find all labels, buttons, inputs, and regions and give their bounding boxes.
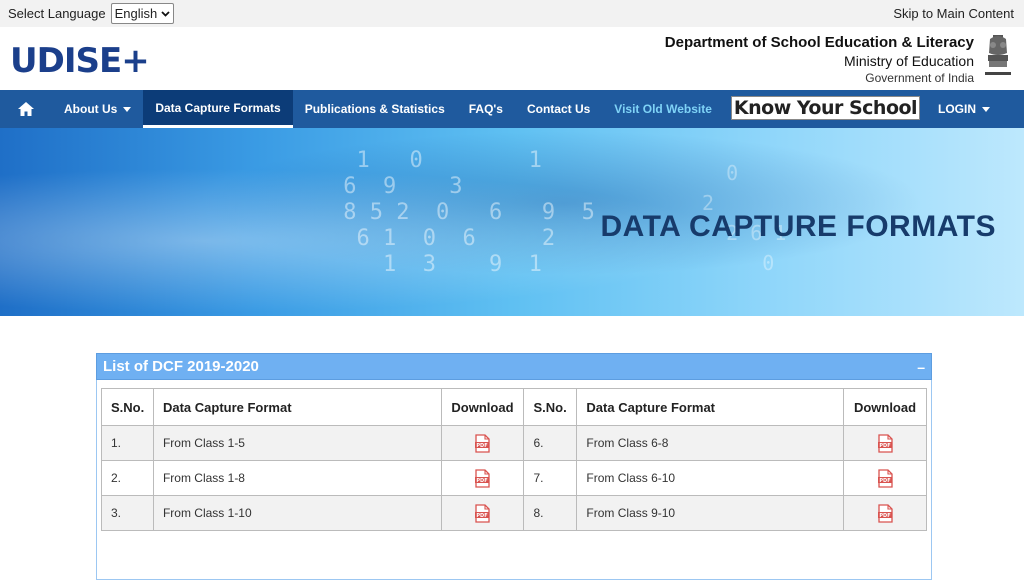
nav-publications[interactable]: Publications & Statistics [293,90,457,128]
sno-cell: 6. [523,425,578,461]
home-icon [18,102,34,116]
download-cell: PDF [440,495,525,531]
nav-contact-label: Contact Us [526,102,591,116]
sno-cell: 7. [523,460,578,496]
sno-cell: 3. [101,495,154,531]
dept-line3: Government of India [865,71,974,85]
col-sno: S.No. [101,388,154,426]
dcf-table: S.No. Data Capture Format Download S.No.… [101,388,927,531]
col-download-2: Download [843,388,927,426]
format-cell: From Class 1-5 [152,425,442,461]
pdf-icon[interactable]: PDF [474,503,491,523]
sno-cell: 2. [101,460,154,496]
svg-text:PDF: PDF [879,478,890,484]
know-your-school-label: Know Your School [733,97,918,119]
pdf-icon[interactable]: PDF [474,468,491,488]
format-cell: From Class 6-8 [576,425,844,461]
language-label: Select Language [8,6,106,21]
panel-header: List of DCF 2019-2020 – [96,353,932,380]
login-menu[interactable]: LOGIN [938,90,990,128]
nav-publications-label: Publications & Statistics [304,102,445,116]
download-cell: PDF [843,425,927,461]
nav-faqs[interactable]: FAQ's [457,90,515,128]
nav-dcf-label: Data Capture Formats [155,100,281,115]
download-cell: PDF [843,495,927,531]
national-emblem-icon [985,35,1011,75]
main-nav: About Us Data Capture Formats Publicatio… [0,90,1024,128]
format-cell: From Class 1-8 [152,460,442,496]
nav-contact-us[interactable]: Contact Us [515,90,602,128]
format-cell: From Class 1-10 [152,495,442,531]
col-download: Download [440,388,525,426]
pdf-icon[interactable]: PDF [474,433,491,453]
download-cell: PDF [843,460,927,496]
language-selector: Select Language English [8,3,175,24]
language-dropdown[interactable]: English [110,3,175,24]
dcf-panel: List of DCF 2019-2020 – S.No. Data Captu… [96,353,932,580]
pdf-icon[interactable]: PDF [877,468,894,488]
svg-text:PDF: PDF [476,478,487,484]
svg-text:PDF: PDF [879,443,890,449]
col-sno-2: S.No. [523,388,578,426]
dept-line2: Ministry of Education [844,53,974,69]
department-info: Department of School Education & Literac… [665,34,974,86]
download-cell: PDF [440,425,525,461]
col-format: Data Capture Format [152,388,442,426]
col-format-2: Data Capture Format [576,388,844,426]
page-banner: 1 0 1 6 9 3 8 5 2 0 6 9 5 6 1 0 6 2 1 3 … [0,128,1024,316]
nav-data-capture-formats[interactable]: Data Capture Formats [143,90,293,128]
panel-title: List of DCF 2019-2020 [103,358,259,375]
site-header: UDISE+ Department of School Education & … [0,27,1024,90]
nav-visit-old-website[interactable]: Visit Old Website [602,90,724,128]
banner-decoration: 1 0 1 6 9 3 8 5 2 0 6 9 5 6 1 0 6 2 1 3 … [343,148,595,277]
collapse-button[interactable]: – [917,359,925,375]
pdf-icon[interactable]: PDF [877,503,894,523]
svg-text:PDF: PDF [476,443,487,449]
table-row: 1. From Class 1-5 PDF 6. From Class 6-8 … [101,425,927,461]
panel-body: S.No. Data Capture Format Download S.No.… [96,380,932,580]
nav-about-us[interactable]: About Us [52,90,143,128]
sno-cell: 8. [523,495,578,531]
nav-old-website-label: Visit Old Website [614,102,712,116]
login-label: LOGIN [938,102,976,116]
page-title: DATA CAPTURE FORMATS [600,210,996,243]
top-bar: Select Language English Skip to Main Con… [0,0,1024,27]
format-cell: From Class 6-10 [576,460,844,496]
caret-down-icon [123,106,132,112]
nav-faqs-label: FAQ's [468,102,503,116]
language-value: English [114,6,158,21]
sno-cell: 1. [101,425,154,461]
skip-to-main-link[interactable]: Skip to Main Content [893,6,1014,21]
nav-about-us-label: About Us [64,102,118,116]
format-cell: From Class 9-10 [576,495,844,531]
pdf-icon[interactable]: PDF [877,433,894,453]
download-cell: PDF [440,460,525,496]
udise-logo[interactable]: UDISE+ [10,41,150,81]
table-header-row: S.No. Data Capture Format Download S.No.… [101,388,927,426]
caret-down-icon [982,106,990,112]
dept-line1: Department of School Education & Literac… [664,34,974,51]
know-your-school-button[interactable]: Know Your School [731,96,920,120]
chevron-down-icon [161,10,170,17]
table-row: 2. From Class 1-8 PDF 7. From Class 6-10… [101,460,927,496]
nav-home[interactable] [0,90,52,128]
table-row: 3. From Class 1-10 PDF 8. From Class 9-1… [101,495,927,531]
